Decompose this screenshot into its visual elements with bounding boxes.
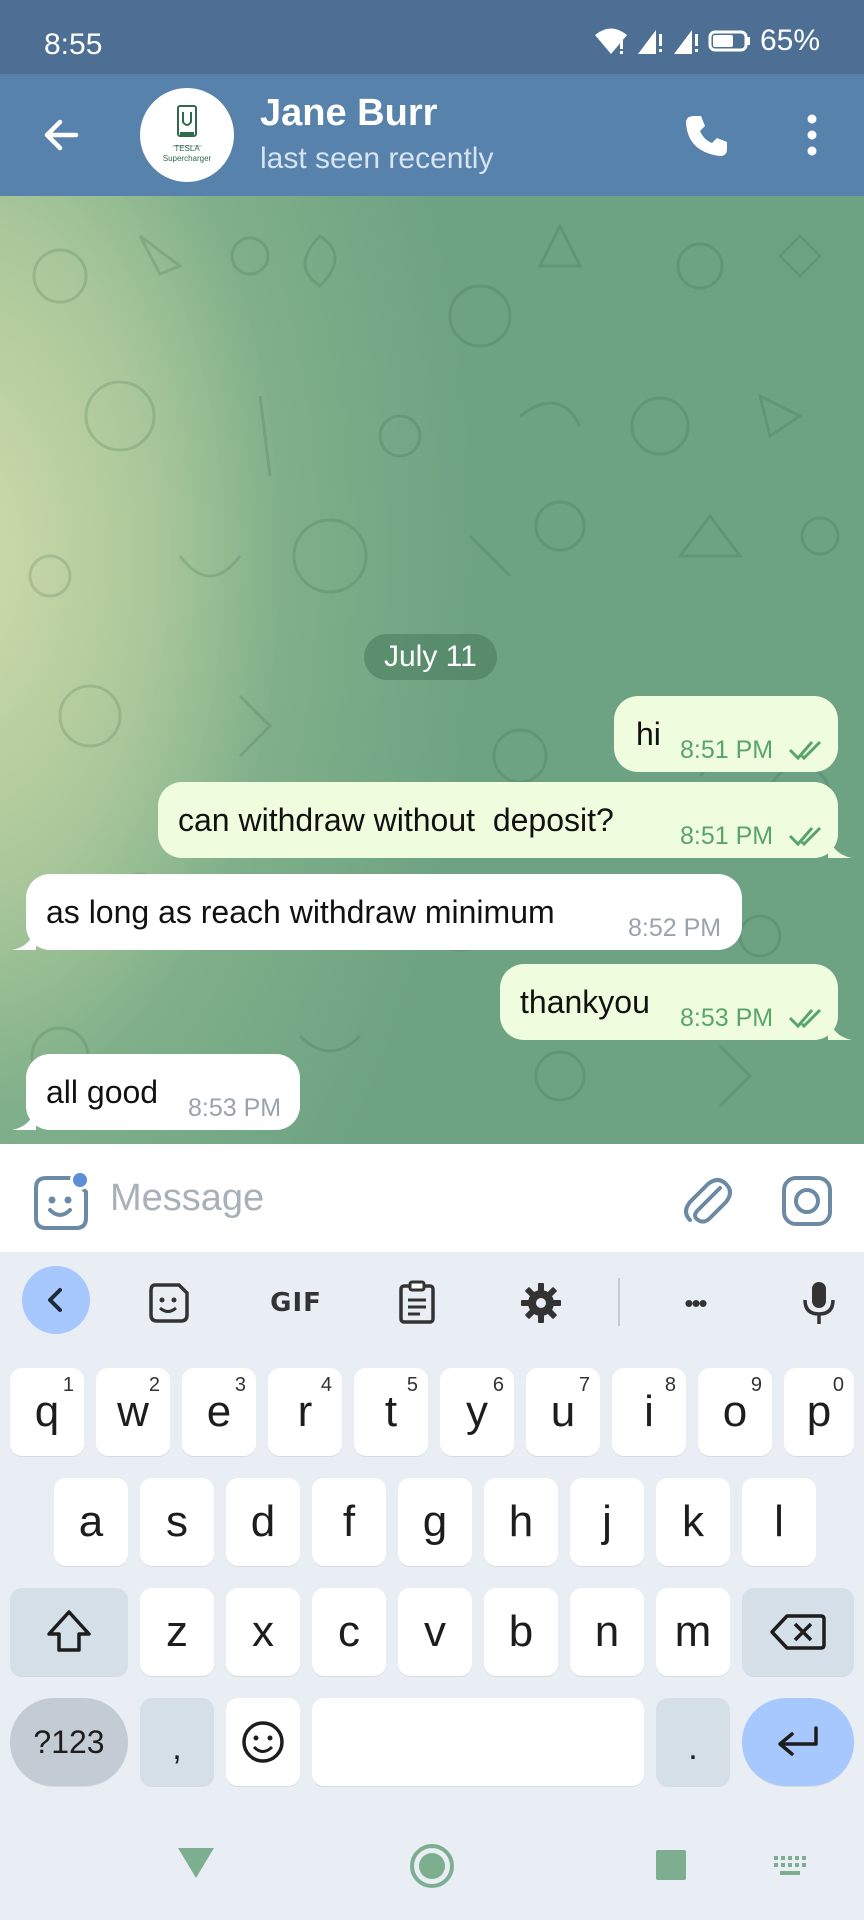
sticker-icon[interactable] [142, 1276, 196, 1330]
signal-2-icon [673, 30, 698, 54]
key-v[interactable]: v [398, 1588, 472, 1676]
key-e[interactable]: e3 [182, 1368, 256, 1456]
message-text: thankyou [520, 984, 650, 1020]
key-d[interactable]: d [226, 1478, 300, 1566]
enter-icon [778, 1726, 818, 1756]
message-time: 8:53 PM [680, 1004, 774, 1032]
double-check-icon [788, 740, 822, 761]
key-p[interactable]: p0 [784, 1368, 854, 1456]
message-bubble-outgoing[interactable]: hi 8:51 PM [614, 696, 838, 772]
key-x[interactable]: x [226, 1588, 300, 1676]
bubble-tail [828, 834, 852, 858]
key-s[interactable]: s [140, 1478, 214, 1566]
double-check-icon [788, 826, 822, 847]
tesla-logo-icon [172, 105, 202, 147]
avatar[interactable]: TESLA Supercharger [140, 88, 234, 182]
key-l[interactable]: l [742, 1478, 816, 1566]
bubble-tail [12, 926, 36, 950]
message-bubble-incoming[interactable]: all good 8:53 PM [12, 1054, 300, 1130]
key-a[interactable]: a [54, 1478, 128, 1566]
system-nav-bar [0, 1812, 864, 1920]
nav-home-icon[interactable] [408, 1842, 456, 1890]
battery-icon [708, 30, 750, 52]
status-bar: 8:55 65% [0, 0, 864, 74]
more-options-button[interactable]: ••• [668, 1276, 722, 1330]
key-r[interactable]: r4 [268, 1368, 342, 1456]
shift-key[interactable] [10, 1588, 128, 1676]
shift-icon [47, 1610, 91, 1652]
date-separator: July 11 [364, 634, 497, 680]
battery-percent: 65% [759, 24, 820, 57]
key-z[interactable]: z [140, 1588, 214, 1676]
message-text: hi [636, 716, 661, 752]
notification-dot [70, 1170, 90, 1190]
message-bubble-outgoing[interactable]: can withdraw without deposit? 8:51 PM [158, 782, 852, 858]
chevron-left-icon[interactable] [22, 1266, 90, 1334]
clipboard-icon[interactable] [390, 1276, 444, 1330]
keyboard-toolbar: GIF ••• [0, 1252, 864, 1350]
backspace-icon [770, 1614, 826, 1650]
bubble-tail [828, 1016, 852, 1040]
signal-1-icon [637, 30, 662, 54]
message-text: as long as reach withdraw minimum [46, 894, 555, 930]
message-text: all good [46, 1074, 159, 1110]
key-o[interactable]: o9 [698, 1368, 772, 1456]
key-g[interactable]: g [398, 1478, 472, 1566]
key-j[interactable]: j [570, 1478, 644, 1566]
backspace-key[interactable] [742, 1588, 854, 1676]
double-check-icon [788, 1008, 822, 1029]
enter-key[interactable] [742, 1698, 854, 1786]
contact-status: last seen recently [260, 142, 494, 175]
back-arrow-icon[interactable] [36, 110, 86, 160]
smiley-icon [242, 1721, 284, 1763]
gear-icon[interactable] [514, 1276, 568, 1330]
soft-keyboard: GIF ••• q1 w2 e3 r4 t5 y6 u7 i8 o9 p0 a … [0, 1252, 864, 1812]
gif-button[interactable]: GIF [266, 1276, 326, 1330]
message-time: 8:52 PM [628, 914, 722, 942]
more-vert-icon[interactable] [794, 110, 830, 160]
key-h[interactable]: h [484, 1478, 558, 1566]
nav-recents-icon[interactable] [654, 1848, 688, 1882]
message-text: can withdraw without deposit? [178, 802, 614, 838]
chat-header: TESLA Supercharger Jane Burr last seen r… [0, 74, 864, 196]
toolbar-divider [618, 1278, 620, 1326]
message-bubble-outgoing[interactable]: thankyou 8:53 PM [500, 964, 852, 1040]
message-time: 8:51 PM [680, 822, 774, 850]
avatar-text: TESLA Supercharger [162, 144, 212, 163]
status-time: 8:55 [44, 28, 103, 61]
message-bubble-incoming[interactable]: as long as reach withdraw minimum 8:52 P… [12, 874, 742, 950]
bubble-tail [12, 1106, 36, 1130]
message-time: 8:51 PM [680, 736, 774, 764]
key-k[interactable]: k [656, 1478, 730, 1566]
message-input[interactable] [110, 1168, 650, 1228]
camera-icon[interactable] [780, 1174, 834, 1228]
wifi-icon [594, 28, 627, 54]
key-t[interactable]: t5 [354, 1368, 428, 1456]
comma-key[interactable]: , [140, 1698, 214, 1786]
key-m[interactable]: m [656, 1588, 730, 1676]
key-q[interactable]: q1 [10, 1368, 84, 1456]
key-u[interactable]: u7 [526, 1368, 600, 1456]
period-key[interactable]: . [656, 1698, 730, 1786]
key-w[interactable]: w2 [96, 1368, 170, 1456]
compose-bar [0, 1144, 864, 1252]
contact-name[interactable]: Jane Burr [260, 92, 437, 135]
status-icons: 65% [594, 24, 820, 58]
key-n[interactable]: n [570, 1588, 644, 1676]
nav-back-icon[interactable] [174, 1842, 218, 1882]
key-b[interactable]: b [484, 1588, 558, 1676]
key-f[interactable]: f [312, 1478, 386, 1566]
phone-icon[interactable] [682, 112, 730, 160]
chat-area[interactable]: July 11 hi 8:51 PM can withdraw without … [0, 196, 864, 1144]
keyboard-switch-icon[interactable] [772, 1854, 810, 1878]
symbols-key[interactable]: ?123 [10, 1698, 128, 1786]
key-y[interactable]: y6 [440, 1368, 514, 1456]
key-c[interactable]: c [312, 1588, 386, 1676]
paperclip-icon[interactable] [680, 1174, 732, 1226]
emoji-key[interactable] [226, 1698, 300, 1786]
message-time: 8:53 PM [188, 1094, 282, 1122]
space-key[interactable] [312, 1698, 644, 1786]
microphone-icon[interactable] [792, 1276, 846, 1330]
key-i[interactable]: i8 [612, 1368, 686, 1456]
